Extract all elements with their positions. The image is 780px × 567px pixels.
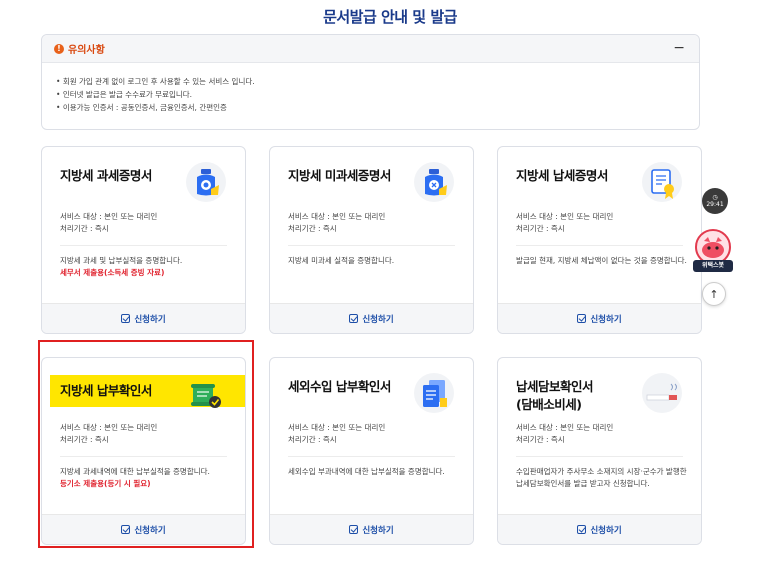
checkbox-edit-icon [577, 525, 587, 534]
checkbox-edit-icon [349, 314, 359, 323]
divider [288, 245, 455, 246]
processing-period: 처리기간 : 즉시 [288, 435, 337, 444]
card-meta: 서비스 대상 : 본인 또는 대리인 처리기간 : 즉시 [516, 211, 613, 235]
divider [516, 456, 683, 457]
session-timer[interactable]: ◷ 29:41 [702, 188, 728, 214]
notice-header: ! 유의사항 − [42, 35, 699, 63]
card-tax-security-confirmation: 납세담보확인서 (담배소비세) 서비스 대상 : 본인 또는 대리인 처리기간 … [497, 357, 702, 545]
divider [516, 245, 683, 246]
notice-title: 유의사항 [68, 45, 105, 56]
apply-button[interactable]: 신청하기 [270, 514, 473, 544]
description-text: 세외수입 부과내역에 대한 납부실적을 증명합니다. [288, 467, 445, 476]
card-local-tax-payment-certificate: 지방세 납세증명서 서비스 대상 : 본인 또는 대리인 처리기간 : 즉시 발… [497, 146, 702, 334]
card-meta: 서비스 대상 : 본인 또는 대리인 처리기간 : 즉시 [516, 422, 613, 446]
selection-highlight [38, 340, 254, 548]
scroll-top-button[interactable]: ↑ [702, 282, 726, 306]
card-non-tax-revenue-payment-confirmation: 세외수입 납부확인서 서비스 대상 : 본인 또는 대리인 처리기간 : 즉시 … [269, 357, 474, 545]
bottle-icon [186, 162, 226, 202]
notice-item: 인터넷 발급은 발급 수수료가 무료입니다. [56, 88, 685, 101]
processing-period: 처리기간 : 즉시 [60, 224, 109, 233]
description-text: 수입판매업자가 주사무소 소재지의 시장·군수가 발행한 납세담보확인서를 발급… [516, 467, 687, 488]
service-target: 서비스 대상 : 본인 또는 대리인 [288, 423, 386, 432]
apply-label: 신청하기 [590, 525, 622, 536]
card-description: 지방세 과세 및 납부실적을 증명합니다. 세무서 제출용(소득세 증빙 자료) [60, 255, 231, 279]
cigarette-icon [642, 373, 682, 413]
notice-list: 회원 가입 관계 없이 로그인 후 사용할 수 있는 서비스 입니다. 인터넷 … [42, 63, 699, 114]
card-meta: 서비스 대상 : 본인 또는 대리인 처리기간 : 즉시 [60, 211, 157, 235]
clock-icon: ◷ [712, 194, 718, 201]
service-target: 서비스 대상 : 본인 또는 대리인 [60, 212, 158, 221]
apply-label: 신청하기 [590, 314, 622, 325]
divider [288, 456, 455, 457]
processing-period: 처리기간 : 즉시 [516, 435, 565, 444]
service-target: 서비스 대상 : 본인 또는 대리인 [516, 423, 614, 432]
collapse-button[interactable]: − [673, 41, 685, 55]
card-meta: 서비스 대상 : 본인 또는 대리인 처리기간 : 즉시 [288, 211, 385, 235]
document-stack-icon [414, 373, 454, 413]
card-description: 지방세 미과세 실적을 증명합니다. [288, 255, 459, 267]
card-title: 지방세 납세증명서 [516, 168, 608, 183]
checkbox-edit-icon [349, 525, 359, 534]
timer-value: 29:41 [706, 201, 724, 208]
card-description: 발급일 현재, 지방세 체납액이 없다는 것을 증명합니다. [516, 255, 687, 267]
description-text: 발급일 현재, 지방세 체납액이 없다는 것을 증명합니다. [516, 256, 687, 265]
apply-label: 신청하기 [362, 314, 394, 325]
divider [60, 245, 227, 246]
processing-period: 처리기간 : 즉시 [288, 224, 337, 233]
card-title: 납세담보확인서 (담배소비세) [516, 379, 594, 412]
card-description: 수입판매업자가 주사무소 소재지의 시장·군수가 발행한 납세담보확인서를 발급… [516, 466, 687, 490]
apply-label: 신청하기 [134, 314, 166, 325]
chatbot-label[interactable]: 위택스봇 [693, 260, 733, 272]
card-local-tax-non-assessment: 지방세 미과세증명서 서비스 대상 : 본인 또는 대리인 처리기간 : 즉시 … [269, 146, 474, 334]
checkbox-edit-icon [577, 314, 587, 323]
processing-period: 처리기간 : 즉시 [516, 224, 565, 233]
bottle-icon [414, 162, 454, 202]
page-title: 문서발급 안내 및 발급 [323, 8, 457, 26]
card-description: 세외수입 부과내역에 대한 납부실적을 증명합니다. [288, 466, 459, 478]
service-target: 서비스 대상 : 본인 또는 대리인 [516, 212, 614, 221]
card-title: 지방세 과세증명서 [60, 168, 152, 183]
notice-item: 이용가능 인증서 : 공동인증서, 금융인증서, 간편인증 [56, 101, 685, 114]
submission-note: 세무서 제출용(소득세 증빙 자료) [60, 268, 165, 277]
card-title: 세외수입 납부확인서 [288, 379, 391, 394]
apply-button[interactable]: 신청하기 [498, 514, 701, 544]
description-text: 지방세 과세 및 납부실적을 증명합니다. [60, 256, 183, 265]
apply-button[interactable]: 신청하기 [498, 303, 701, 333]
apply-button[interactable]: 신청하기 [270, 303, 473, 333]
service-target: 서비스 대상 : 본인 또는 대리인 [288, 212, 386, 221]
notice-item: 회원 가입 관계 없이 로그인 후 사용할 수 있는 서비스 입니다. [56, 75, 685, 88]
card-title: 지방세 미과세증명서 [288, 168, 391, 183]
certificate-icon [642, 162, 682, 202]
card-local-tax-assessment: 지방세 과세증명서 서비스 대상 : 본인 또는 대리인 처리기간 : 즉시 지… [41, 146, 246, 334]
checkbox-edit-icon [121, 314, 131, 323]
warning-icon: ! [54, 43, 64, 54]
card-meta: 서비스 대상 : 본인 또는 대리인 처리기간 : 즉시 [288, 422, 385, 446]
notice-box: ! 유의사항 − 회원 가입 관계 없이 로그인 후 사용할 수 있는 서비스 … [41, 34, 700, 130]
apply-label: 신청하기 [362, 525, 394, 536]
apply-button[interactable]: 신청하기 [42, 303, 245, 333]
description-text: 지방세 미과세 실적을 증명합니다. [288, 256, 395, 265]
